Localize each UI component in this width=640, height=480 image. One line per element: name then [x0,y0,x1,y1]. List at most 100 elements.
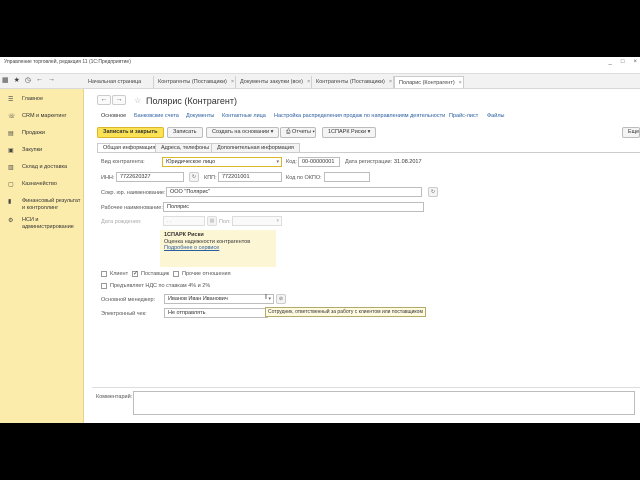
spark-risk-title: 1СПАРК Риски [164,232,204,238]
history-icon[interactable]: ◷ [25,76,31,84]
spark-more-link[interactable]: Подробнее о сервисе [164,245,219,251]
link-files[interactable]: Файлы [487,113,504,119]
close-icon[interactable]: × [389,79,392,85]
save-close-button[interactable]: Записать и закрыть [97,127,164,138]
grid-icon[interactable]: ▦ [2,76,9,84]
link-price-list[interactable]: Прайс-лист [449,113,478,119]
sidebar-item-warehouse[interactable]: ▥ Склад и доставка [0,164,83,175]
forward-button[interactable]: → [112,95,126,105]
close-icon[interactable]: × [307,79,310,85]
print-button[interactable]: ⎙ Отчеты ▾ [280,127,316,138]
open-manager-icon[interactable]: ⊘ [276,294,286,304]
manager-value: Иванов Иван Иванович [168,296,228,302]
sidebar-item-crm[interactable]: ☏ CRM и маркетинг [0,113,83,124]
work-name-field[interactable]: Полярис [163,202,424,212]
echeck-select[interactable]: Не отправлять [164,308,268,318]
save-button[interactable]: Записать [167,127,203,138]
window-controls: _ □ × [609,59,637,65]
other-relations-checkbox[interactable] [173,271,179,277]
minimize-icon[interactable]: _ [609,59,612,65]
sidebar-item-label: Закупки [22,147,43,153]
okpo-field[interactable] [324,172,370,182]
tab-counterparties-2[interactable]: Контрагенты (Поставщики) × [312,76,394,88]
chevron-down-icon: ▾ [270,129,274,135]
sidebar-item-main[interactable]: ☰ Главное [0,96,83,107]
supplier-label: Поставщик [141,271,170,277]
back-icon[interactable]: ← [36,76,43,84]
sales-icon: ▤ [8,131,14,137]
manager-field[interactable]: Иванов Иван Иванович ▾ [164,294,274,304]
okpo-label: Код по ОКПО: [286,175,322,181]
title-bar: Управление торговлей, редакция 11 (1С:Пр… [0,57,640,74]
gender-label: Пол: [219,219,231,225]
tab-polaris[interactable]: Поларис (Контрагент) × [394,76,464,88]
spark-risks-button[interactable]: 1СПАРК Риски ▾ [322,127,377,138]
supplier-checkbox[interactable]: ✓ [132,271,138,277]
back-button[interactable]: ← [97,95,111,105]
star-icon[interactable]: ★ [14,76,20,84]
treasury-icon: ▢ [8,182,14,188]
gender-select[interactable]: ▾ [232,216,282,226]
purchases-icon: ▣ [8,148,14,154]
menu-icon: ☰ [8,97,14,103]
close-icon[interactable]: × [459,80,462,86]
tab-label: Контрагенты (Поставщики) [158,79,227,85]
favorite-star-icon[interactable]: ☆ [134,96,141,105]
sidebar-item-settings[interactable]: ⚙ НСИ и администрирование [0,217,83,230]
code-field[interactable]: 00-00000001 [298,157,340,167]
settings-icon: ⚙ [8,218,14,224]
tab-home[interactable]: Начальная страница [84,76,154,88]
sidebar-item-purchases[interactable]: ▣ Закупки [0,147,83,158]
maximize-icon[interactable]: □ [621,59,625,65]
close-icon[interactable]: × [633,59,637,65]
sidebar-item-label: Склад и доставка [22,164,68,170]
fill-short-name-button[interactable]: ↻ [428,187,438,197]
finance-icon: ▮ [8,199,12,205]
fill-by-inn-button[interactable]: ↻ [189,172,199,182]
sidebar-item-treasury[interactable]: ▢ Казначейство [0,181,83,192]
link-sales-distribution[interactable]: Настройка распределения продаж по направ… [274,113,445,119]
create-based-label: Создать на основании [212,129,270,135]
inn-field[interactable]: 7722620327 [116,172,184,182]
sidebar-item-finance[interactable]: ▮ Финансовый результат и контроллинг [0,198,83,211]
create-based-button[interactable]: Создать на основании ▾ [206,127,280,138]
client-checkbox[interactable] [101,271,107,277]
type-label: Вид контрагента: [101,159,145,165]
short-name-label: Сокр. юр. наименование: [101,190,166,196]
link-bank-accounts[interactable]: Банковские счета [134,113,179,119]
app-window: Управление торговлей, редакция 11 (1С:Пр… [0,57,640,423]
calendar-icon[interactable]: ▦ [207,216,217,226]
sidebar-item-label: Казначейство [22,181,57,187]
chevron-down-icon: ▾ [312,129,315,135]
sidebar-item-sales[interactable]: ▤ Продажи [0,130,83,141]
window-title: Управление торговлей, редакция 11 (1С:Пр… [4,59,131,65]
comment-textarea[interactable] [133,391,635,415]
sidebar-item-label: Продажи [22,130,45,136]
close-icon[interactable]: × [231,79,234,85]
tab-label: Поларис (Контрагент) [399,80,455,86]
tab-label: Контрагенты (Поставщики) [316,79,385,85]
kpp-field[interactable]: 772201001 [218,172,282,182]
vat-checkbox[interactable] [101,283,107,289]
link-contacts[interactable]: Контактные лица [222,113,266,119]
work-name-label: Рабочее наименование: [101,205,163,211]
link-documents[interactable]: Документы [186,113,214,119]
tab-counterparties[interactable]: Контрагенты (Поставщики) × [154,76,236,88]
comment-label: Комментарий: [96,394,133,400]
reports-label: Отчеты [291,129,311,135]
forward-icon[interactable]: → [48,76,55,84]
counterparty-type-select[interactable]: Юридическое лицо ▾ [162,157,282,167]
birth-date-field[interactable]: . . [163,216,205,226]
mouse-cursor-icon: I [265,294,267,301]
other-relations-label: Прочие отношения [182,271,231,277]
vat-label: Предъявляет НДС по ставкам 4% и 2% [110,283,211,289]
chevron-down-icon: ▾ [276,159,279,165]
short-name-field[interactable]: ООО "Полярис" [166,187,422,197]
sidebar-item-label: CRM и маркетинг [22,113,67,119]
tab-purchase-docs[interactable]: Документы закупки (все) × [236,76,312,88]
more-button[interactable]: Еще [622,127,640,138]
link-main[interactable]: Основное [101,113,126,119]
toolbar-icons: ▦ ★ ◷ ← → [2,76,55,84]
reg-date-value: 31.08.2017 [394,159,422,165]
tab-bar: ▦ ★ ◷ ← → Начальная страница Контрагенты… [0,74,640,89]
